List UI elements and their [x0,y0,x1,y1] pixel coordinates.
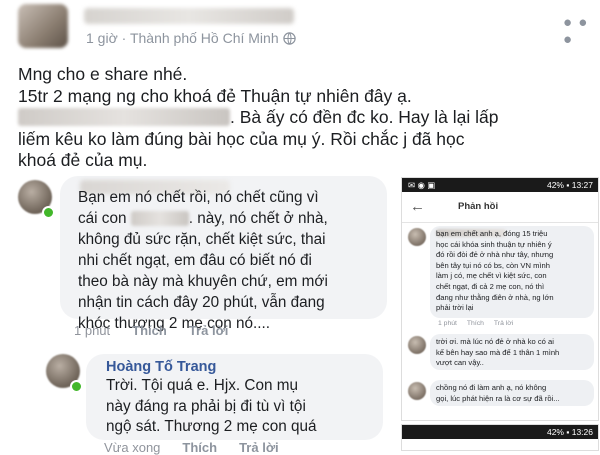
comment-actions: 1 phút Thích Trả lời [74,323,250,338]
comment-text: Bạn em nó chết rồi, nó chết cũng vì cái … [78,189,328,332]
notification-icons: ✉ ◉ ▣ [408,180,436,190]
post-body: Mng cho e share nhé. 15tr 2 mạng ng cho … [18,64,588,172]
post-time[interactable]: 1 giờ [86,30,118,46]
comment-time[interactable]: Vừa xong [104,440,160,455]
online-status-dot [70,380,83,393]
more-options-icon[interactable]: ● ● ● [563,14,600,48]
phone-header-title: Phản hồi [458,201,499,212]
poster-name-redacted [84,8,294,24]
post-line: 15tr 2 mạng ng cho khoá đẻ Thuận tự nhiê… [18,85,412,106]
globe-icon [282,32,296,48]
commenter-name[interactable]: Hoàng Tố Trang [106,359,216,375]
post-meta: 1 giờ · Thành phố Hồ Chí Minh [86,30,296,48]
reply-button[interactable]: Trả lời [189,323,229,338]
phone-screenshot: ✉ ◉ ▣ 42% ▪ 13:27 ← Phản hồi bạn em chết… [402,178,598,420]
online-status-dot [42,206,55,219]
reply-text: trời ơi. mà lúc nó đẻ ở nhà ko có ai kế … [436,337,560,368]
phone-status-bar: ✉ ◉ ▣ 42% ▪ 13:27 [402,178,598,192]
reply-text: bạn em chết anh ạ, đóng 15 triệu học cái… [436,229,554,313]
reply-time[interactable]: 1 phút [438,320,457,327]
reply-avatar[interactable] [408,382,426,400]
post-line: khoá đẻ của mụ. [18,150,148,170]
phone-header: ← Phản hồi [402,192,598,223]
post-line-with-redaction: . Bà ấy có đền đc ko. Hay là lại lấp [18,107,588,129]
like-button[interactable]: Thích [467,320,484,327]
reply-button[interactable]: Trả lời [494,320,513,327]
comment-time[interactable]: 1 phút [74,323,110,338]
poster-avatar[interactable] [18,4,68,48]
redacted-text [18,108,230,126]
status-battery-time: 42% ▪ 13:26 [546,427,593,437]
reply-avatar[interactable] [408,336,426,354]
post-line: Mng cho e share nhé. [18,64,188,84]
phone-screenshot-second: 42% ▪ 13:26 [402,425,598,450]
phone-status-bar: 42% ▪ 13:26 [402,425,598,439]
reply-actions: 1 phút Thích Trả lời [438,320,523,327]
like-button[interactable]: Thích [132,323,167,338]
like-button[interactable]: Thích [182,440,217,455]
status-battery-time: 42% ▪ 13:27 [546,180,593,190]
reply-button[interactable]: Trả lời [239,440,279,455]
comment-actions: Vừa xong Thích Trả lời [104,440,301,455]
reply-avatar[interactable] [408,228,426,246]
comment-text: Trời. Tội quá e. Hjx. Con mụ này đáng ra… [106,377,317,435]
redacted-text [130,211,189,226]
post-location[interactable]: Thành phố Hồ Chí Minh [130,30,279,46]
back-arrow-icon[interactable]: ← [410,198,425,215]
reply-text: chồng nó đi làm anh ạ, nó không gọi, lúc… [436,383,560,403]
post-line: liếm kêu ko làm đúng bài học của mụ ý. R… [18,128,465,149]
